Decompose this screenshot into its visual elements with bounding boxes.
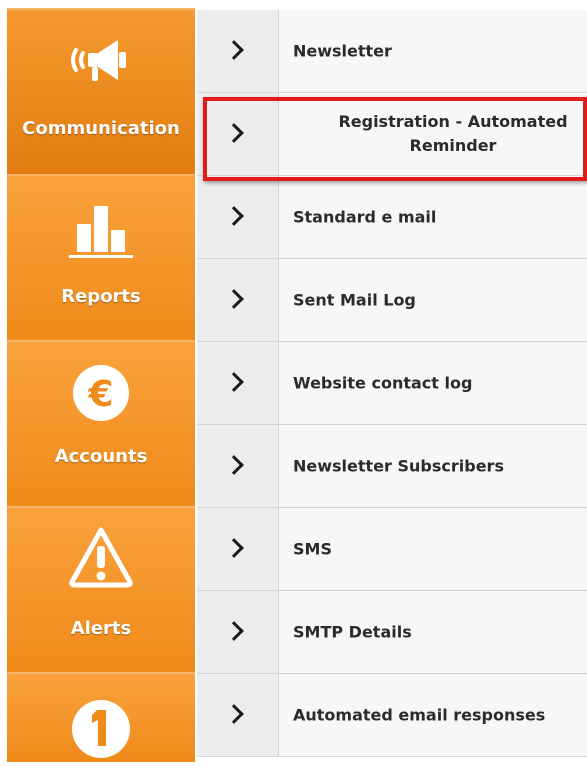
chevron-cell xyxy=(197,591,279,673)
megaphone-icon xyxy=(66,32,136,92)
chevron-cell xyxy=(197,674,279,756)
menu-item-label: Standard e mail xyxy=(293,207,437,227)
chevron-right-icon xyxy=(224,289,244,309)
menu-item-sms[interactable]: SMS xyxy=(197,508,587,591)
sidebar: Communication Reports € Accounts Alerts xyxy=(7,8,195,762)
sidebar-item-communication[interactable]: Communication xyxy=(7,8,195,174)
menu-item-label: Registration - Automated Reminder xyxy=(338,112,568,155)
number-one-icon xyxy=(70,696,132,766)
bar-chart-icon xyxy=(65,202,137,264)
sidebar-item-label: Accounts xyxy=(54,446,148,467)
menu-item-label: Website contact log xyxy=(293,373,473,393)
sidebar-item-reports[interactable]: Reports xyxy=(7,174,195,340)
chevron-cell xyxy=(197,425,279,507)
chevron-right-icon xyxy=(224,538,244,558)
sidebar-item-label: Alerts xyxy=(70,618,132,639)
menu-item-newsletter[interactable]: Newsletter xyxy=(197,10,587,93)
menu-item-smtp-details[interactable]: SMTP Details xyxy=(197,591,587,674)
menu-item-automated-email-responses[interactable]: Automated email responses xyxy=(197,674,587,757)
chevron-right-icon xyxy=(224,123,244,143)
menu-item-website-contact-log[interactable]: Website contact log xyxy=(197,342,587,425)
chevron-cell xyxy=(197,93,279,175)
chevron-right-icon xyxy=(224,40,244,60)
communication-submenu: Newsletter Registration - Automated Remi… xyxy=(197,10,587,762)
svg-text:€: € xyxy=(87,374,113,415)
sidebar-item-alerts[interactable]: Alerts xyxy=(7,506,195,672)
chevron-right-icon xyxy=(224,206,244,226)
chevron-cell xyxy=(197,176,279,258)
sidebar-item-label: Reports xyxy=(61,286,141,307)
euro-icon: € xyxy=(70,362,132,428)
chevron-cell xyxy=(197,342,279,424)
menu-item-label: Automated email responses xyxy=(293,705,546,725)
chevron-right-icon xyxy=(224,372,244,392)
chevron-right-icon xyxy=(224,621,244,641)
menu-item-label: SMTP Details xyxy=(293,622,412,642)
menu-item-newsletter-subscribers[interactable]: Newsletter Subscribers xyxy=(197,425,587,508)
chevron-right-icon xyxy=(224,704,244,724)
sidebar-item-five[interactable] xyxy=(7,672,195,762)
menu-item-label: SMS xyxy=(293,539,332,559)
menu-item-label: Newsletter Subscribers xyxy=(293,456,504,476)
chevron-cell xyxy=(197,259,279,341)
menu-item-sent-mail-log[interactable]: Sent Mail Log xyxy=(197,259,587,342)
menu-item-registration-reminder[interactable]: Registration - Automated Reminder xyxy=(197,93,587,176)
menu-item-label: Sent Mail Log xyxy=(293,290,416,310)
sidebar-item-label: Communication xyxy=(22,118,180,139)
warning-icon xyxy=(66,524,136,594)
chevron-cell xyxy=(197,10,279,92)
chevron-right-icon xyxy=(224,455,244,475)
chevron-cell xyxy=(197,508,279,590)
sidebar-item-accounts[interactable]: € Accounts xyxy=(7,340,195,506)
menu-item-label: Newsletter xyxy=(293,41,392,61)
menu-item-standard-email[interactable]: Standard e mail xyxy=(197,176,587,259)
